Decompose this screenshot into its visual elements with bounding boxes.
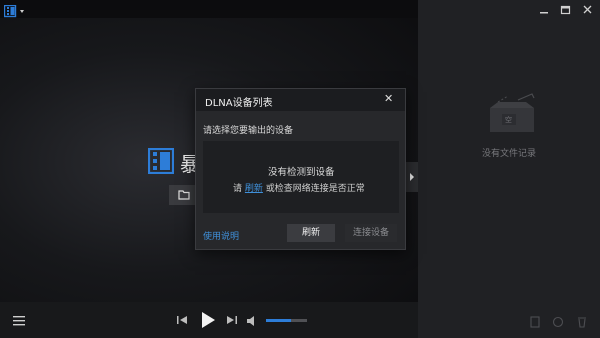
minimize-button[interactable] xyxy=(536,2,556,18)
playlist-panel xyxy=(418,0,600,338)
dialog-header: DLNA设备列表 ✕ xyxy=(196,89,405,111)
app-menu-button[interactable] xyxy=(3,3,30,18)
volume-icon xyxy=(247,316,254,326)
chevron-right-icon xyxy=(410,173,414,181)
film-logo-icon xyxy=(148,148,174,174)
refresh-hint: 请 刷新 或检查网络连接是否正常 xyxy=(233,181,365,194)
empty-box-illustration: 空 xyxy=(484,88,540,136)
menu-button[interactable] xyxy=(12,313,28,327)
connect-device-button[interactable]: 连接设备 xyxy=(345,224,397,242)
skip-next-icon xyxy=(227,316,237,324)
caret-down-icon xyxy=(20,10,24,13)
dlna-dialog: DLNA设备列表 ✕ 请选择您要输出的设备 没有检测到设备 请 刷新 或检查网络… xyxy=(195,88,406,250)
dialog-prompt: 请选择您要输出的设备 xyxy=(203,126,294,136)
hint-prefix: 请 xyxy=(233,184,243,194)
center-logo: 暴 xyxy=(148,148,200,176)
help-link[interactable]: 使用说明 xyxy=(203,229,239,242)
box-label: 空 xyxy=(505,116,512,124)
device-list[interactable]: 没有检测到设备 请 刷新 或检查网络连接是否正常 xyxy=(203,141,399,213)
dialog-title: DLNA设备列表 xyxy=(205,98,273,109)
empty-device-message: 没有检测到设备 xyxy=(268,167,335,178)
mute-button[interactable] xyxy=(246,313,260,327)
maximize-button[interactable] xyxy=(556,2,576,18)
refresh-link[interactable]: 刷新 xyxy=(245,184,263,194)
empty-box-icon xyxy=(490,93,535,132)
import-button[interactable] xyxy=(529,313,545,329)
volume-fill xyxy=(266,319,291,322)
hint-suffix: 或检查网络连接是否正常 xyxy=(265,184,365,194)
dialog-close-button[interactable]: ✕ xyxy=(384,92,393,105)
next-button[interactable] xyxy=(224,312,240,328)
volume-slider[interactable] xyxy=(266,319,307,322)
refresh-list-button[interactable] xyxy=(550,313,566,329)
hamburger-icon xyxy=(13,316,25,326)
close-window-button[interactable] xyxy=(578,2,598,18)
play-icon xyxy=(202,312,215,328)
refresh-button[interactable]: 刷新 xyxy=(287,224,335,242)
film-logo-icon xyxy=(3,4,24,18)
play-button[interactable] xyxy=(198,310,218,330)
previous-button[interactable] xyxy=(174,312,190,328)
empty-history-text: 没有文件记录 xyxy=(482,149,537,159)
playlist-toggle-button[interactable] xyxy=(406,162,418,192)
top-bar xyxy=(0,0,418,18)
skip-previous-icon xyxy=(177,316,187,324)
clear-list-button[interactable] xyxy=(575,313,591,329)
